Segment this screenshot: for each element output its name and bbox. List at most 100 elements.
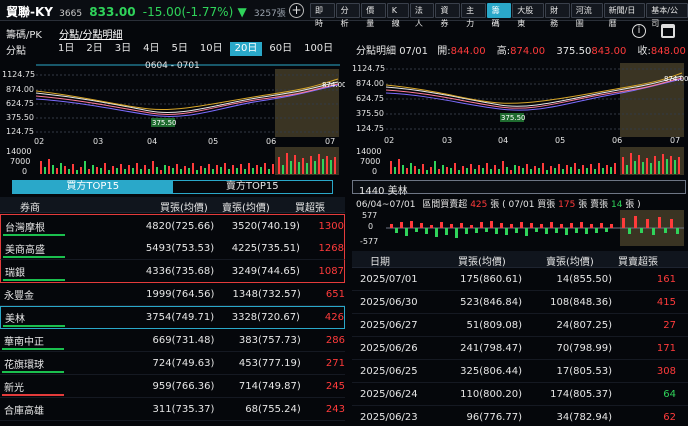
price-tick: 375.50: [6, 113, 34, 122]
tab-法人[interactable]: 法人: [409, 3, 435, 28]
table-row[interactable]: 合庫高雄 311(735.37) 68(755.24) 243: [0, 398, 345, 421]
table-row[interactable]: 2025/06/26 241(798.47) 70(798.99) 171: [352, 337, 688, 360]
table-row[interactable]: 新光 959(766.36) 714(749.87) 245: [0, 375, 345, 398]
price-tick: 874.00: [356, 79, 384, 88]
table-row[interactable]: 2025/07/01 175(860.61) 14(855.50) 161: [352, 268, 688, 291]
sell-value: 453(777.19): [238, 357, 301, 369]
net-value: 27: [663, 319, 676, 331]
x-tick: 02: [384, 136, 394, 145]
table-row[interactable]: 永豐金 1999(764.56) 1348(732.57) 651: [0, 283, 345, 306]
range-button-5d[interactable]: 5日: [167, 42, 193, 56]
price-tick: 124.75: [6, 127, 34, 136]
table-row[interactable]: 2025/06/24 110(800.20) 174(805.37) 64: [352, 383, 688, 406]
tab-大股東[interactable]: 大股東: [512, 3, 545, 28]
down-triangle-icon: ▼: [237, 5, 247, 19]
low-label: 375.50: [556, 46, 592, 57]
bar-tick: -577: [360, 237, 378, 246]
bar-tick: 577: [362, 211, 377, 220]
bar-tick: 0: [368, 222, 373, 231]
volume-tick: 14000: [356, 147, 381, 156]
calendar-icon[interactable]: [661, 24, 675, 38]
sell-value: 4225(735.51): [231, 242, 300, 254]
broker-name: 永豐金: [4, 290, 34, 302]
sell-value: 174(805.37): [550, 388, 612, 400]
buy-value: 1999(764.56): [146, 288, 215, 300]
buy-value: 5493(753.53): [145, 242, 215, 254]
tab-分析[interactable]: 分析: [335, 3, 361, 28]
col-header-broker: 券商: [20, 203, 40, 214]
info-icon[interactable]: i: [632, 24, 646, 38]
table-row[interactable]: 2025/06/23 96(776.77) 34(782.94) 62: [352, 406, 688, 426]
low-price-label: 375.50: [152, 119, 177, 127]
tab-即時[interactable]: 即時: [310, 3, 335, 28]
range-button-100d[interactable]: 100日: [299, 42, 338, 56]
price-tick: 1124.75: [352, 64, 385, 73]
table-row[interactable]: 美商高盛 5493(753.53) 4225(735.51) 1268: [0, 237, 345, 260]
net-value: 1268: [318, 242, 344, 254]
net-bar-chart: 577 0 -577: [350, 210, 686, 246]
date-value: 2025/06/23: [360, 411, 418, 423]
net-value: 651: [325, 288, 345, 300]
table-row[interactable]: 華南中正 669(731.48) 383(757.73) 286: [0, 329, 345, 352]
range-button-20d[interactable]: 20日: [229, 42, 263, 56]
range-button-10d[interactable]: 10日: [195, 42, 228, 56]
subheader-left: 籌碼/PK 分點/分點明細: [6, 26, 123, 41]
broker-name: 美商高盛: [5, 244, 45, 256]
range-button-1d[interactable]: 1日: [53, 42, 79, 56]
col-header-net: 買超張: [295, 203, 325, 214]
net-value: 1300: [318, 220, 344, 232]
broker-name: 華南中正: [4, 336, 44, 348]
buy-value: 724(749.63): [152, 357, 215, 369]
volume-tick: 7000: [360, 157, 380, 166]
tab-sell-top15[interactable]: 賣方TOP15: [172, 181, 332, 193]
tab-新聞日曆[interactable]: 新聞/日曆: [603, 3, 646, 28]
col-header-net: 買賣超張: [618, 257, 658, 268]
tab-籌碼[interactable]: 籌碼: [486, 3, 512, 28]
range-button-60d[interactable]: 60日: [264, 42, 297, 56]
net-value: 308: [656, 365, 676, 377]
right-panel-date: 07/01: [399, 46, 429, 57]
sell-value: 70(798.99): [556, 342, 612, 354]
tab-k線[interactable]: K線: [386, 3, 409, 28]
sell-value: 34(782.94): [556, 411, 612, 423]
broker-select[interactable]: 1440 美林: [352, 180, 686, 197]
net-value: 245: [325, 380, 345, 392]
buy-value: 325(806.44): [460, 365, 522, 377]
tab-buy-top15[interactable]: 買方TOP15: [13, 181, 173, 193]
buy-value: 3754(749.71): [145, 312, 215, 323]
tab-主力[interactable]: 主力: [461, 3, 486, 28]
stock-name: 貿聯-KY: [6, 5, 53, 19]
sell-value: 68(755.24): [245, 403, 301, 415]
sell-value: 3520(740.19): [231, 220, 300, 232]
subheader-link[interactable]: 分點/分點明細: [59, 30, 122, 41]
net-value: 171: [656, 342, 676, 354]
low-price-label: 375.50: [501, 114, 526, 122]
table-row[interactable]: 瑞銀 4336(735.68) 3249(744.65) 1087: [0, 260, 345, 283]
volume-tick: 0: [22, 167, 27, 176]
tab-河流圖[interactable]: 河流圖: [570, 3, 603, 28]
tab-基本公司[interactable]: 基本/公司: [646, 3, 688, 28]
net-value: 62: [663, 411, 676, 423]
sell-value: 714(749.87): [238, 380, 301, 392]
range-button-4d[interactable]: 4日: [138, 42, 164, 56]
table-row[interactable]: 2025/06/25 325(806.44) 17(805.53) 308: [352, 360, 688, 383]
buy-value: 96(776.77): [466, 411, 522, 423]
add-icon[interactable]: +: [289, 3, 304, 18]
close-label: 收:: [637, 46, 651, 57]
stock-info: 貿聯-KY 3665 833.00 -15.00(-1.77%) ▼ 3257張: [6, 3, 286, 20]
buy-value: 241(798.47): [460, 342, 522, 354]
tab-財務[interactable]: 財務: [545, 3, 570, 28]
tab-價量[interactable]: 價量: [361, 3, 386, 28]
stock-price: 833.00: [89, 5, 136, 19]
range-button-3d[interactable]: 3日: [110, 42, 136, 56]
net-value: 286: [325, 334, 345, 346]
range-summary: 06/04~07/01 區間買賣超 425 張 ( 07/01 買張 175 張…: [356, 197, 641, 210]
range-button-2d[interactable]: 2日: [81, 42, 107, 56]
tab-資券[interactable]: 資券: [435, 3, 461, 28]
table-row[interactable]: 花旗環球 724(749.63) 453(777.19) 271: [0, 352, 345, 375]
table-row[interactable]: 2025/06/27 51(809.08) 24(807.25) 27: [352, 314, 688, 337]
table-row[interactable]: 美林 3754(749.71) 3328(720.67) 426: [0, 306, 345, 329]
table-row[interactable]: 2025/06/30 523(846.84) 108(848.36) 415: [352, 291, 688, 314]
range-buttons: 1日 2日 3日 4日 5日 10日 20日 60日 100日: [53, 42, 338, 56]
table-row[interactable]: 台灣摩根 4820(725.66) 3520(740.19) 1300: [0, 214, 345, 237]
